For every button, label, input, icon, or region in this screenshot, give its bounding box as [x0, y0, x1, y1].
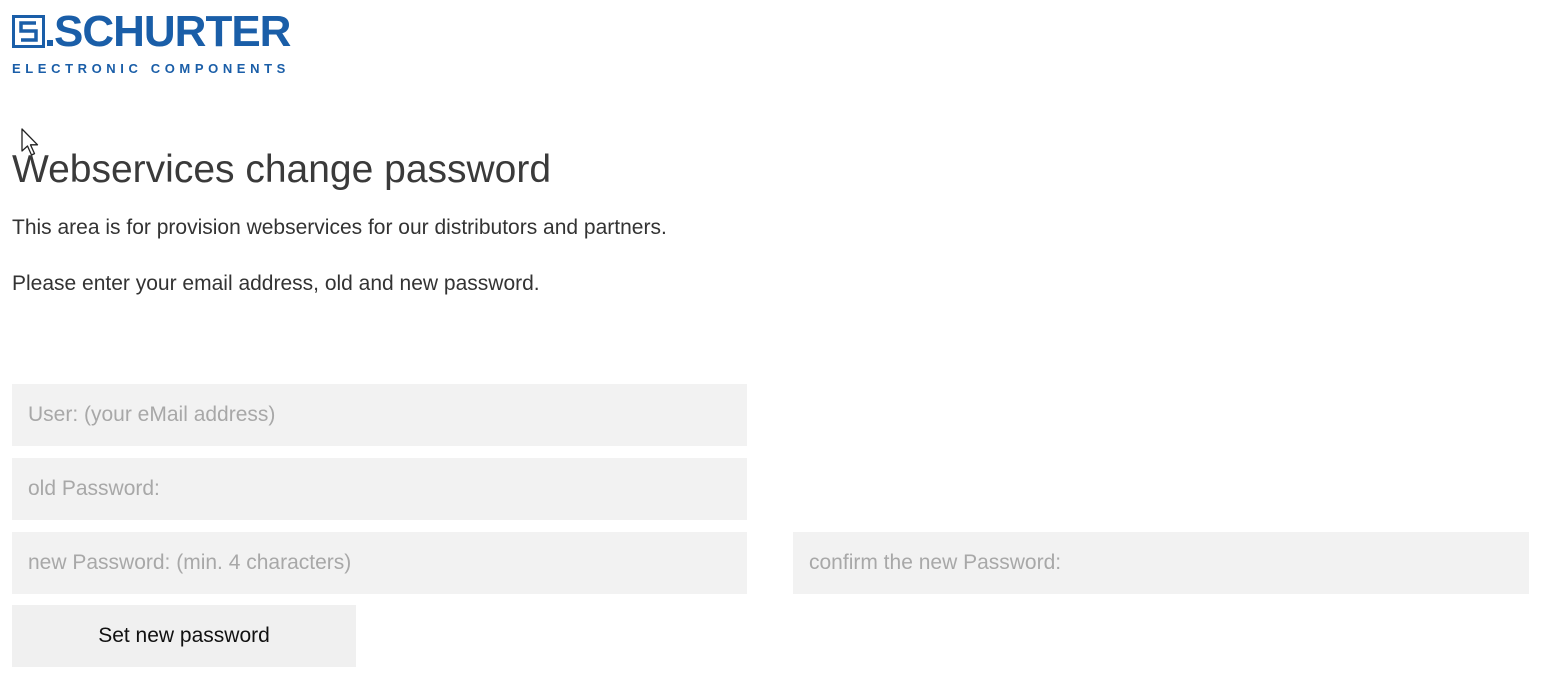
confirm-password-input[interactable]: [793, 532, 1529, 594]
set-new-password-button[interactable]: Set new password: [12, 605, 356, 667]
new-password-input[interactable]: [12, 532, 747, 594]
company-logo: SCHURTER ELECTRONIC COMPONENTS: [12, 8, 332, 78]
page-title: Webservices change password: [12, 148, 552, 191]
logo-wordmark: SCHURTER: [54, 7, 291, 56]
intro-text: This area is for provision webservices f…: [12, 216, 667, 239]
logo-tagline: ELECTRONIC COMPONENTS: [12, 61, 290, 76]
instructions-text: Please enter your email address, old and…: [12, 272, 540, 295]
old-password-input[interactable]: [12, 458, 747, 520]
logo-dot: [47, 40, 53, 46]
user-email-input[interactable]: [12, 384, 747, 446]
schurter-s-mark-icon: [12, 15, 45, 48]
